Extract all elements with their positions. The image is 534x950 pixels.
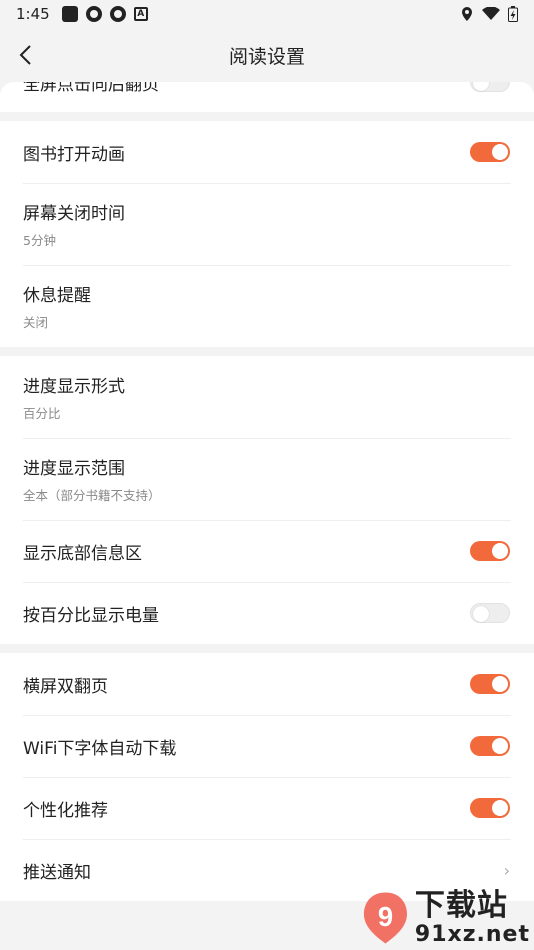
toggle-switch[interactable] xyxy=(470,142,510,162)
back-button[interactable] xyxy=(8,38,42,72)
group-gap xyxy=(0,644,534,653)
toggle-switch[interactable] xyxy=(470,674,510,694)
settings-row-personalized-recommend[interactable]: 个性化推荐 xyxy=(0,777,534,839)
watermark-logo-text: 9 xyxy=(378,901,393,932)
notification-icons: A xyxy=(61,6,148,22)
toggle-knob xyxy=(492,144,508,160)
status-bar: 1:45 A xyxy=(0,0,534,28)
battery-icon xyxy=(508,6,518,22)
settings-group-1: 图书打开动画 屏幕关闭时间 5分钟 休息提醒 关闭 xyxy=(0,121,534,347)
row-title: 图书打开动画 xyxy=(23,144,125,165)
watermark: 9 下载站 91xz.net xyxy=(360,886,530,950)
location-icon xyxy=(462,7,472,21)
toggle-knob xyxy=(492,543,508,559)
toggle-knob xyxy=(492,800,508,816)
status-time: 1:45 xyxy=(16,5,50,23)
toggle-switch[interactable] xyxy=(470,798,510,818)
row-title: 横屏双翻页 xyxy=(23,676,108,697)
toggle-knob xyxy=(492,738,508,754)
toggle-knob xyxy=(473,606,489,622)
toggle-knob xyxy=(492,676,508,692)
row-title: 全屏点击向后翻页 xyxy=(23,82,159,95)
toggle-switch[interactable] xyxy=(470,736,510,756)
row-subtitle: 5分钟 xyxy=(23,233,56,248)
app-notification-icon xyxy=(61,6,78,22)
row-subtitle: 全本（部分书籍不支持） xyxy=(23,488,161,503)
toggle-knob xyxy=(473,82,489,91)
settings-row-wifi-font-download[interactable]: WiFi下字体自动下载 xyxy=(0,715,534,777)
settings-row-rest-reminder[interactable]: 休息提醒 关闭 xyxy=(0,265,534,347)
settings-row-progress-range[interactable]: 进度显示范围 全本（部分书籍不支持） xyxy=(0,438,534,520)
sync-notification-icon-2 xyxy=(109,6,126,22)
settings-group-3: 横屏双翻页 WiFi下字体自动下载 个性化推荐 推送通知 › xyxy=(0,653,534,901)
toggle-switch[interactable] xyxy=(470,82,510,92)
row-title: 屏幕关闭时间 xyxy=(23,204,125,224)
settings-row-progress-format[interactable]: 进度显示形式 百分比 xyxy=(0,356,534,438)
row-title: WiFi下字体自动下载 xyxy=(23,738,177,759)
row-title: 进度显示范围 xyxy=(23,459,125,479)
sync-notification-icon xyxy=(85,6,102,22)
watermark-url-text: 91xz.net xyxy=(414,922,530,947)
settings-group-2: 进度显示形式 百分比 进度显示范围 全本（部分书籍不支持） 显示底部信息区 按百… xyxy=(0,356,534,644)
settings-row-fullscreen-tap[interactable]: 全屏点击向后翻页 xyxy=(0,82,534,102)
settings-row-battery-percent[interactable]: 按百分比显示电量 xyxy=(0,582,534,644)
page-title: 阅读设置 xyxy=(228,45,305,68)
system-icons xyxy=(460,6,518,22)
settings-group-0: 全屏点击向后翻页 xyxy=(0,82,534,112)
a-notification-icon: A xyxy=(133,7,148,21)
settings-row-screen-timeout[interactable]: 屏幕关闭时间 5分钟 xyxy=(0,183,534,265)
row-title: 推送通知 xyxy=(23,862,91,883)
chevron-left-icon xyxy=(19,45,31,65)
wifi-icon xyxy=(482,7,500,20)
watermark-logo-icon: 9 xyxy=(363,892,408,944)
row-title: 个性化推荐 xyxy=(23,800,108,821)
watermark-cn-text: 下载站 xyxy=(414,888,508,923)
row-title: 按百分比显示电量 xyxy=(23,605,159,626)
settings-row-landscape-double-page[interactable]: 横屏双翻页 xyxy=(0,653,534,715)
settings-row-book-animation[interactable]: 图书打开动画 xyxy=(0,121,534,183)
chevron-right-icon: › xyxy=(503,860,510,880)
settings-row-bottom-info[interactable]: 显示底部信息区 xyxy=(0,520,534,582)
toggle-switch[interactable] xyxy=(470,541,510,561)
toggle-switch[interactable] xyxy=(470,603,510,623)
app-bar: 阅读设置 xyxy=(0,28,534,82)
row-title: 休息提醒 xyxy=(23,286,91,306)
group-gap xyxy=(0,347,534,356)
row-title: 进度显示形式 xyxy=(23,377,125,397)
row-subtitle: 关闭 xyxy=(23,315,49,330)
row-title: 显示底部信息区 xyxy=(23,543,142,564)
row-subtitle: 百分比 xyxy=(23,406,61,421)
group-gap xyxy=(0,112,534,121)
